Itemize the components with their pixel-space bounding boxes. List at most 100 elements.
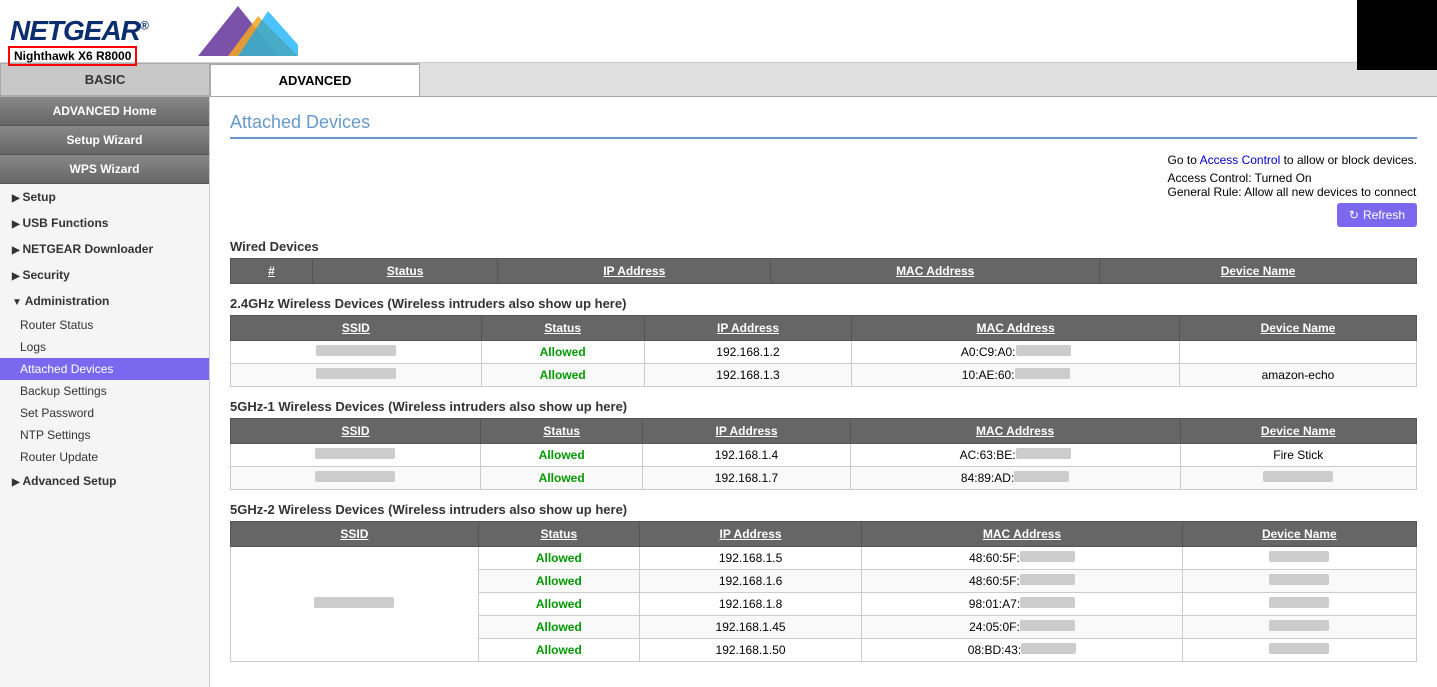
wifi5-2-col-ip: IP Address	[639, 522, 861, 547]
wifi24-table: SSID Status IP Address MAC Address Devic…	[230, 315, 1417, 387]
cell-mac: 84:89:AD:	[850, 467, 1180, 490]
tab-bar: BASIC ADVANCED	[0, 63, 1437, 97]
access-link-suffix: to allow or block devices.	[1280, 153, 1417, 167]
wifi5-1-table: SSID Status IP Address MAC Address Devic…	[230, 418, 1417, 490]
cell-name	[1182, 639, 1416, 662]
sidebar-link-set-password[interactable]: Set Password	[0, 402, 209, 424]
cell-name: amazon-echo	[1179, 364, 1416, 387]
wifi5-1-label: 5GHz-1 Wireless Devices (Wireless intrud…	[230, 399, 1417, 414]
cell-mac: 98:01:A7:	[862, 593, 1182, 616]
cell-status: Allowed	[478, 639, 639, 662]
access-right: Go to Access Control to allow or block d…	[1168, 153, 1417, 227]
access-link-prefix: Go to	[1168, 153, 1200, 167]
access-control-link[interactable]: Access Control	[1200, 153, 1281, 167]
cell-status: Allowed	[480, 467, 642, 490]
black-box	[1357, 0, 1437, 70]
main-layout: ADVANCED Home Setup Wizard WPS Wizard Se…	[0, 97, 1437, 687]
cell-mac: A0:C9:A0:	[852, 341, 1179, 364]
cell-name: Fire Stick	[1180, 444, 1416, 467]
sidebar-section-setup[interactable]: Setup	[0, 184, 209, 210]
wifi5-1-col-status: Status	[480, 419, 642, 444]
cell-ssid	[231, 444, 481, 467]
cell-ssid	[231, 547, 479, 662]
cell-status: Allowed	[478, 616, 639, 639]
sidebar: ADVANCED Home Setup Wizard WPS Wizard Se…	[0, 97, 210, 687]
access-rule: General Rule: Allow all new devices to c…	[1168, 185, 1417, 199]
cell-status: Allowed	[480, 444, 642, 467]
wifi5-1-col-ip: IP Address	[643, 419, 850, 444]
netgear-logo: NETGEAR®	[10, 15, 148, 47]
cell-status: Allowed	[478, 570, 639, 593]
cell-name	[1182, 616, 1416, 639]
logo-triangle	[178, 6, 298, 56]
model-name: Nighthawk X6 R8000	[8, 46, 137, 66]
content-area: Attached Devices Go to Access Control to…	[210, 97, 1437, 687]
table-row: Allowed192.168.1.784:89:AD:	[231, 467, 1417, 490]
header: NETGEAR® Nighthawk X6 R8000	[0, 0, 1437, 63]
table-row: Allowed192.168.1.548:60:5F:	[231, 547, 1417, 570]
wired-col-mac: MAC Address	[771, 259, 1100, 284]
cell-name	[1182, 593, 1416, 616]
table-row: Allowed192.168.1.2A0:C9:A0:	[231, 341, 1417, 364]
wired-col-name: Device Name	[1100, 259, 1417, 284]
wifi5-1-col-mac: MAC Address	[850, 419, 1180, 444]
sidebar-section-downloader[interactable]: NETGEAR Downloader	[0, 236, 209, 262]
cell-mac: 08:BD:43:	[862, 639, 1182, 662]
wifi5-2-label: 5GHz-2 Wireless Devices (Wireless intrud…	[230, 502, 1417, 517]
sidebar-btn-wps-wizard[interactable]: WPS Wizard	[0, 155, 209, 184]
wifi5-2-col-status: Status	[478, 522, 639, 547]
wifi5-2-table: SSID Status IP Address MAC Address Devic…	[230, 521, 1417, 662]
cell-ip: 192.168.1.6	[639, 570, 861, 593]
wired-devices-label: Wired Devices	[230, 239, 1417, 254]
sidebar-link-attached-devices[interactable]: Attached Devices	[0, 358, 209, 380]
wifi24-label: 2.4GHz Wireless Devices (Wireless intrud…	[230, 296, 1417, 311]
wired-col-hash: #	[231, 259, 313, 284]
access-info: Go to Access Control to allow or block d…	[230, 153, 1417, 227]
sidebar-section-advanced-setup[interactable]: Advanced Setup	[0, 468, 209, 494]
wifi5-1-col-ssid: SSID	[231, 419, 481, 444]
wifi5-2-col-mac: MAC Address	[862, 522, 1182, 547]
cell-status: Allowed	[478, 593, 639, 616]
cell-ssid	[231, 467, 481, 490]
cell-mac: 48:60:5F:	[862, 570, 1182, 593]
sidebar-link-ntp-settings[interactable]: NTP Settings	[0, 424, 209, 446]
wifi5-2-col-ssid: SSID	[231, 522, 479, 547]
cell-ip: 192.168.1.8	[639, 593, 861, 616]
sidebar-link-logs[interactable]: Logs	[0, 336, 209, 358]
cell-ip: 192.168.1.4	[643, 444, 850, 467]
refresh-button[interactable]: ↻ Refresh	[1337, 203, 1417, 227]
table-row: Allowed192.168.1.4AC:63:BE:Fire Stick	[231, 444, 1417, 467]
wired-devices-table: # Status IP Address MAC Address Device N…	[230, 258, 1417, 284]
sidebar-btn-advanced-home[interactable]: ADVANCED Home	[0, 97, 209, 126]
access-control-link-line: Go to Access Control to allow or block d…	[1168, 153, 1417, 167]
sidebar-link-router-status[interactable]: Router Status	[0, 314, 209, 336]
cell-name	[1182, 570, 1416, 593]
cell-mac: 24:05:0F:	[862, 616, 1182, 639]
wifi24-col-status: Status	[481, 316, 644, 341]
wifi24-col-ip: IP Address	[644, 316, 852, 341]
sidebar-section-security[interactable]: Security	[0, 262, 209, 288]
cell-mac: 10:AE:60:	[852, 364, 1179, 387]
tab-basic[interactable]: BASIC	[0, 63, 210, 96]
cell-status: Allowed	[478, 547, 639, 570]
access-status: Access Control: Turned On	[1168, 171, 1417, 185]
cell-name	[1179, 341, 1416, 364]
wifi24-col-ssid: SSID	[231, 316, 482, 341]
sidebar-link-router-update[interactable]: Router Update	[0, 446, 209, 468]
sidebar-section-usb[interactable]: USB Functions	[0, 210, 209, 236]
sidebar-section-administration[interactable]: Administration	[0, 288, 209, 314]
page-title: Attached Devices	[230, 112, 1417, 139]
cell-ip: 192.168.1.7	[643, 467, 850, 490]
sidebar-link-backup-settings[interactable]: Backup Settings	[0, 380, 209, 402]
cell-ip: 192.168.1.5	[639, 547, 861, 570]
cell-name	[1180, 467, 1416, 490]
sidebar-btn-setup-wizard[interactable]: Setup Wizard	[0, 126, 209, 155]
cell-ssid	[231, 364, 482, 387]
tab-advanced[interactable]: ADVANCED	[210, 63, 420, 96]
cell-status: Allowed	[481, 364, 644, 387]
wifi24-col-mac: MAC Address	[852, 316, 1179, 341]
cell-mac: 48:60:5F:	[862, 547, 1182, 570]
cell-name	[1182, 547, 1416, 570]
wired-col-status: Status	[312, 259, 497, 284]
cell-mac: AC:63:BE:	[850, 444, 1180, 467]
